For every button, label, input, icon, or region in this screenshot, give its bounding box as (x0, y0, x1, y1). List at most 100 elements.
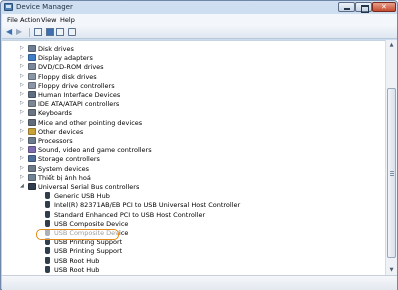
usb-device-icon (45, 219, 50, 227)
highlight-annotation (36, 229, 119, 240)
scan-hardware-icon[interactable] (68, 28, 76, 36)
sound-icon (28, 146, 36, 154)
tree-item-label: Other devices (38, 127, 84, 136)
other-devices-icon (28, 127, 36, 135)
tree-device[interactable]: USB Root Hub (2, 256, 382, 265)
tree-item-label: Thiết bị ảnh hoá (38, 173, 91, 182)
device-manager-window: Device Manager File Action View Help ◀ ▶… (0, 0, 398, 290)
tree-category[interactable]: ▷ Storage controllers (2, 154, 382, 163)
properties-icon[interactable] (34, 28, 42, 36)
tree-category[interactable]: ▷ Thiết bị ảnh hoá (2, 173, 382, 182)
tree-item-label: DVD/CD-ROM drives (38, 63, 104, 72)
help-icon[interactable] (46, 28, 54, 36)
tree-category[interactable]: ▷ System devices (2, 164, 382, 173)
tree-item-label: Generic USB Hub (54, 192, 110, 201)
disk-drive-icon (28, 45, 36, 52)
keyboard-icon (28, 109, 36, 117)
close-button[interactable] (372, 2, 396, 12)
scroll-thumb[interactable] (387, 88, 396, 258)
tree-category[interactable]: ▷ Sound, video and game controllers (2, 145, 382, 154)
tree-item-label: Processors (38, 137, 73, 145)
tree-item-label: USB Root Hub (54, 265, 100, 274)
usb-controller-icon (28, 183, 36, 190)
tree-category[interactable]: ▷ Human Interface Devices (2, 90, 382, 99)
ide-controller-icon (28, 100, 36, 108)
expanded-arrow-icon[interactable]: ◢ (20, 182, 24, 191)
mouse-icon (28, 118, 36, 126)
menu-bar: File Action View Help (2, 14, 397, 25)
menu-file[interactable]: File (7, 16, 18, 24)
tree-item-label: System devices (38, 164, 90, 173)
scroll-grip-icon (390, 171, 394, 172)
tree-item-label: USB Root Hub (54, 256, 100, 265)
tree-item-label: IDE ATA/ATAPI controllers (38, 100, 120, 109)
collapsed-arrow-icon[interactable]: ▷ (20, 44, 24, 53)
usb-device-icon (45, 210, 50, 218)
tree-item-label: USB Composite Device (54, 219, 129, 228)
tree-category[interactable]: ◢ Universal Serial Bus controllers (2, 182, 382, 191)
collapsed-arrow-icon[interactable]: ▷ (20, 118, 24, 127)
device-manager-icon (4, 3, 13, 11)
tree-item-label: Human Interface Devices (38, 91, 121, 99)
display-adapter-icon (28, 54, 36, 62)
collapsed-arrow-icon[interactable]: ▷ (20, 108, 24, 117)
collapsed-arrow-icon[interactable]: ▷ (20, 99, 24, 108)
tree-item-label: Keyboards (38, 109, 72, 118)
tree-item-label: Disk drives (38, 45, 74, 53)
device-tree[interactable]: ▷ Disk drives ▷ Display adapters ▷ DVD/CD-ROM… (2, 40, 397, 275)
scroll-down-icon[interactable]: ▼ (386, 265, 397, 275)
vertical-scrollbar[interactable]: ▲ ▼ (385, 40, 397, 275)
menu-action[interactable]: Action (20, 16, 40, 24)
processor-icon (28, 137, 36, 144)
collapsed-arrow-icon[interactable]: ▷ (20, 62, 24, 71)
tree-category[interactable]: ▷ Other devices (2, 127, 382, 136)
collapsed-arrow-icon[interactable]: ▷ (20, 173, 24, 182)
tree-category[interactable]: ▷ Display adapters (2, 53, 382, 62)
collapsed-arrow-icon[interactable]: ▷ (20, 136, 24, 145)
storage-controller-icon (28, 155, 36, 163)
menu-help[interactable]: Help (60, 16, 75, 24)
forward-arrow-icon[interactable]: ▶ (16, 28, 25, 36)
tree-category[interactable]: ▷ Keyboards (2, 108, 382, 117)
tree-category[interactable]: ▷ Processors (2, 136, 382, 145)
tree-category[interactable]: ▷ Mice and other pointing devices (2, 118, 382, 127)
tree-item-label: Display adapters (38, 54, 93, 63)
usb-device-icon (45, 201, 50, 209)
usb-device-icon (45, 192, 50, 200)
tree-category[interactable]: ▷ Disk drives (2, 44, 382, 53)
tree-device[interactable]: Generic USB Hub (2, 191, 382, 200)
collapsed-arrow-icon[interactable]: ▷ (20, 154, 24, 163)
tree-device[interactable]: Standard Enhanced PCI to USB Host Contro… (2, 210, 382, 219)
usb-device-icon (45, 247, 50, 255)
collapsed-arrow-icon[interactable]: ▷ (20, 145, 24, 154)
minimize-button[interactable] (338, 2, 355, 12)
collapsed-arrow-icon[interactable]: ▷ (20, 53, 24, 62)
collapsed-arrow-icon[interactable]: ▷ (20, 164, 24, 173)
tree-device[interactable]: USB Printing Support (2, 246, 382, 255)
tree-category[interactable]: ▷ DVD/CD-ROM drives (2, 62, 382, 71)
maximize-button[interactable] (355, 2, 372, 13)
tree-item-label: USB Printing Support (54, 247, 123, 256)
tree-item-label: Mice and other pointing devices (38, 118, 143, 127)
collapsed-arrow-icon[interactable]: ▷ (20, 127, 24, 136)
tree-item-label: Storage controllers (38, 155, 100, 164)
tree-device[interactable]: USB Root Hub (2, 265, 382, 274)
tree-category[interactable]: ▷ Floppy drive controllers (2, 81, 382, 90)
collapsed-arrow-icon[interactable]: ▷ (20, 90, 24, 99)
tree-category[interactable]: ▷ IDE ATA/ATAPI controllers (2, 99, 382, 108)
tree-device[interactable]: USB Composite Device (2, 219, 382, 228)
details-icon[interactable] (56, 28, 64, 36)
tree-category[interactable]: ▷ Floppy disk drives (2, 72, 382, 81)
tree-item-label: Intel(R) 82371AB/EB PCI to USB Universal… (54, 201, 241, 210)
tree-device[interactable]: Intel(R) 82371AB/EB PCI to USB Universal… (2, 200, 382, 209)
collapsed-arrow-icon[interactable]: ▷ (20, 72, 24, 81)
window-title: Device Manager (16, 3, 73, 11)
title-bar[interactable]: Device Manager (1, 1, 397, 14)
floppy-controller-icon (28, 81, 36, 89)
scroll-up-icon[interactable]: ▲ (386, 40, 397, 50)
imaging-device-icon (28, 173, 36, 181)
menu-view[interactable]: View (41, 16, 56, 24)
collapsed-arrow-icon[interactable]: ▷ (20, 81, 24, 90)
floppy-disk-icon (28, 72, 36, 80)
back-arrow-icon[interactable]: ◀ (6, 28, 15, 36)
